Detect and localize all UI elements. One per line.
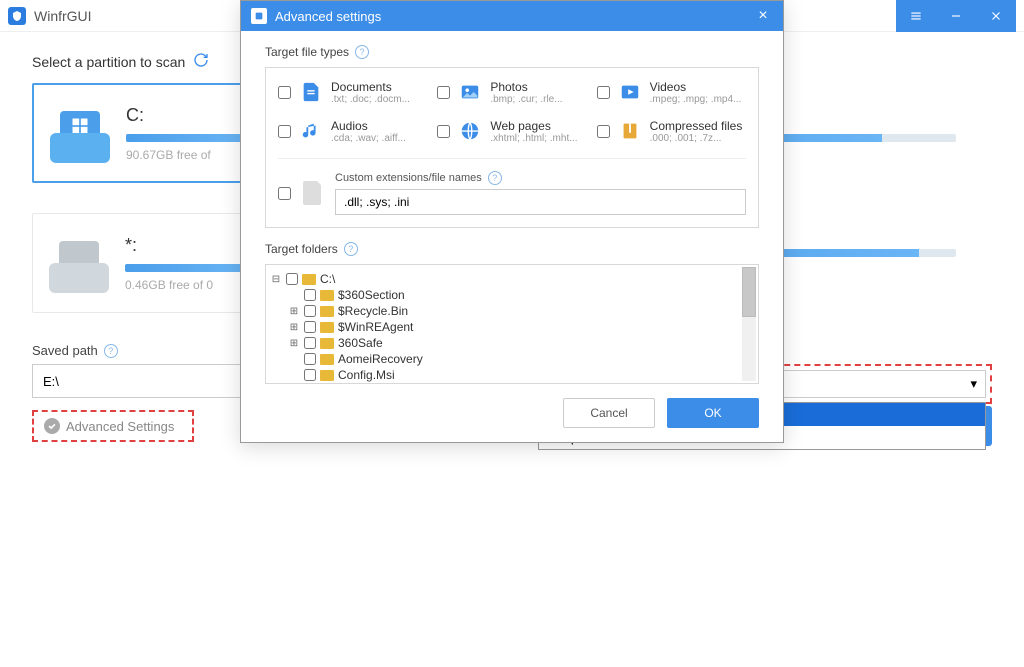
filetype-checkbox[interactable] <box>437 125 450 138</box>
help-icon[interactable]: ? <box>488 171 502 185</box>
tree-row[interactable]: ⊞$Recycle.Bin <box>270 303 754 319</box>
compressed-icon <box>618 119 642 143</box>
audios-icon <box>299 119 323 143</box>
modal-icon <box>251 8 267 24</box>
help-icon[interactable]: ? <box>344 242 358 256</box>
photos-icon <box>458 80 482 104</box>
videos-icon <box>618 80 642 104</box>
advanced-settings-modal: Advanced settings × Target file types ? … <box>240 0 784 443</box>
target-folders-label: Target folders <box>265 242 338 256</box>
filetype-webpages[interactable]: Web pages.xhtml; .html; .mht... <box>437 119 586 144</box>
ok-button[interactable]: OK <box>667 398 759 428</box>
filetype-photos[interactable]: Photos.bmp; .cur; .rle... <box>437 80 586 105</box>
modal-title-bar: Advanced settings × <box>241 1 783 31</box>
filetype-checkbox[interactable] <box>437 86 450 99</box>
filetype-checkbox[interactable] <box>597 125 610 138</box>
filetype-checkbox[interactable] <box>278 86 291 99</box>
tree-row[interactable]: $360Section <box>270 287 754 303</box>
custom-ext-icon <box>301 179 325 207</box>
scrollbar[interactable] <box>742 267 756 381</box>
documents-icon <box>299 80 323 104</box>
filetype-checkbox[interactable] <box>597 86 610 99</box>
folder-tree[interactable]: ⊟C:\ $360Section ⊞$Recycle.Bin ⊞$WinREAg… <box>265 264 759 384</box>
folder-icon <box>320 290 334 301</box>
folder-icon <box>320 322 334 333</box>
folder-icon <box>320 306 334 317</box>
target-file-types-label: Target file types <box>265 45 349 59</box>
filetype-documents[interactable]: Documents.txt; .doc; .docm... <box>278 80 427 105</box>
tree-row-root[interactable]: ⊟C:\ <box>270 271 754 287</box>
tree-row[interactable]: Documents and Settings <box>270 383 754 384</box>
help-icon[interactable]: ? <box>355 45 369 59</box>
filetype-audios[interactable]: Audios.cda; .wav; .aiff... <box>278 119 427 144</box>
custom-extensions-row: Custom extensions/file names ? <box>278 158 746 215</box>
tree-row[interactable]: AomeiRecovery <box>270 351 754 367</box>
filetype-videos[interactable]: Videos.mpeg; .mpg; .mp4... <box>597 80 746 105</box>
custom-ext-label: Custom extensions/file names <box>335 172 482 184</box>
modal-title-text: Advanced settings <box>275 9 381 24</box>
tree-row[interactable]: ⊞360Safe <box>270 335 754 351</box>
file-types-box: Documents.txt; .doc; .docm... Photos.bmp… <box>265 67 759 228</box>
folder-icon <box>320 370 334 381</box>
folder-icon <box>302 274 316 285</box>
modal-close-button[interactable]: × <box>753 7 773 25</box>
tree-row[interactable]: ⊞$WinREAgent <box>270 319 754 335</box>
tree-row[interactable]: Config.Msi <box>270 367 754 383</box>
cancel-button[interactable]: Cancel <box>563 398 655 428</box>
filetype-checkbox[interactable] <box>278 125 291 138</box>
webpages-icon <box>458 119 482 143</box>
folder-icon <box>320 354 334 365</box>
folder-icon <box>320 338 334 349</box>
modal-actions: Cancel OK <box>265 398 759 428</box>
custom-ext-input[interactable] <box>335 189 746 215</box>
filetype-compressed[interactable]: Compressed files.000; .001; .7z... <box>597 119 746 144</box>
custom-ext-checkbox[interactable] <box>278 187 291 200</box>
modal-overlay: Advanced settings × Target file types ? … <box>0 0 1024 667</box>
